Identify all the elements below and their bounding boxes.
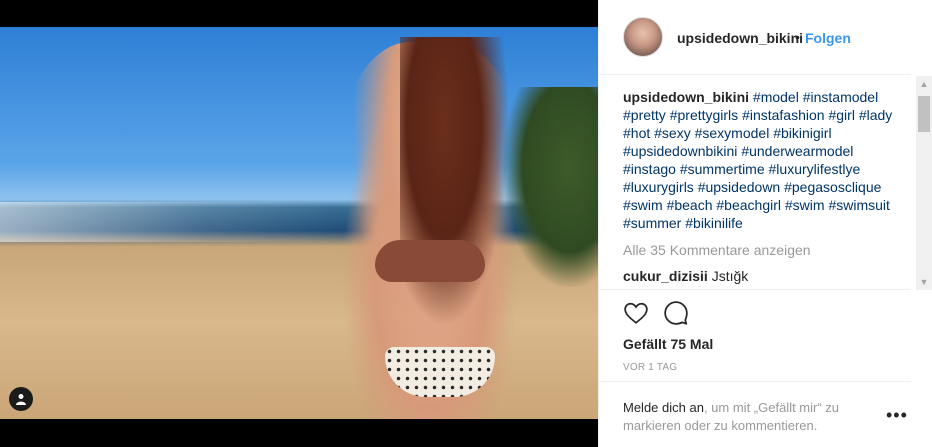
comment-item: cukur_dizisii Jstığk	[623, 268, 748, 284]
caption-username[interactable]: upsidedown_bikini	[623, 89, 749, 105]
post-photo[interactable]	[0, 27, 598, 419]
avatar[interactable]	[623, 17, 663, 57]
hashtag-link[interactable]: #hot	[623, 125, 650, 141]
comment-icon[interactable]	[663, 300, 689, 331]
hashtag-link[interactable]: #instamodel	[803, 89, 879, 105]
scroll-thumb[interactable]	[918, 96, 930, 132]
hashtag-link[interactable]: #instago	[623, 161, 676, 177]
header-username[interactable]: upsidedown_bikini	[677, 30, 803, 46]
photo-hair	[400, 37, 510, 327]
hashtag-link[interactable]: #prettygirls	[670, 107, 738, 123]
photo-surf	[0, 202, 340, 242]
hashtag-link[interactable]: #luxurygirls	[623, 179, 694, 195]
hashtag-link[interactable]: #swim	[623, 197, 663, 213]
hashtag-link[interactable]: #model	[753, 89, 799, 105]
follow-button[interactable]: Folgen	[805, 30, 851, 46]
hashtag-link[interactable]: #instafashion	[742, 107, 825, 123]
hashtag-list: #model #instamodel #pretty #prettygirls …	[623, 89, 892, 231]
caption: upsidedown_bikini #model #instamodel #pr…	[623, 88, 893, 288]
hashtag-link[interactable]: #underwearmodel	[741, 143, 853, 159]
scroll-down-arrow-icon[interactable]: ▼	[916, 274, 932, 290]
hashtag-link[interactable]: #bikinilife	[685, 215, 743, 231]
hashtag-link[interactable]: #summertime	[680, 161, 765, 177]
hashtag-link[interactable]: #sexy	[654, 125, 691, 141]
scroll-up-arrow-icon[interactable]: ▲	[916, 76, 932, 92]
divider	[599, 289, 911, 290]
hashtag-link[interactable]: #summer	[623, 215, 681, 231]
post-media	[0, 0, 598, 447]
hashtag-link[interactable]: #luxurylifestlye	[769, 161, 861, 177]
hashtag-link[interactable]: #pegasosclique	[784, 179, 881, 195]
hashtag-link[interactable]: #girl	[828, 107, 854, 123]
post-sidebar-content: upsidedown_bikini • Folgen upsidedown_bi…	[598, 0, 911, 447]
post-timestamp: VOR 1 TAG	[623, 362, 678, 373]
hashtag-link[interactable]: #beachgirl	[716, 197, 781, 213]
user-tag-icon[interactable]	[9, 387, 33, 411]
hashtag-link[interactable]: #upsidedownbikini	[623, 143, 737, 159]
comment-username[interactable]: cukur_dizisii	[623, 268, 708, 284]
hashtag-link[interactable]: #beach	[667, 197, 713, 213]
divider	[599, 381, 911, 382]
post-sidebar: upsidedown_bikini • Folgen upsidedown_bi…	[598, 0, 932, 447]
like-count[interactable]: Gefällt 75 Mal	[623, 336, 713, 352]
hashtag-link[interactable]: #sexymodel	[695, 125, 770, 141]
hashtag-link[interactable]: #upsidedown	[698, 179, 781, 195]
header-separator: •	[795, 29, 800, 45]
comments-scrollbar[interactable]: ▲ ▼	[916, 76, 932, 290]
login-link[interactable]: Melde dich an	[623, 400, 704, 415]
photo-bikini-top	[375, 240, 485, 282]
hashtag-link[interactable]: #bikinigirl	[773, 125, 831, 141]
hashtag-link[interactable]: #lady	[859, 107, 892, 123]
post-header: upsidedown_bikini • Folgen	[599, 0, 911, 75]
heart-icon[interactable]	[623, 300, 649, 331]
comment-text: Jstığk	[711, 268, 749, 284]
hashtag-link[interactable]: #pretty	[623, 107, 666, 123]
more-options-icon[interactable]: •••	[886, 406, 908, 424]
load-more-comments[interactable]: Alle 35 Kommentare anzeigen	[623, 242, 811, 258]
login-prompt: Melde dich an, um mit „Gefällt mir“ zu m…	[623, 399, 873, 435]
hashtag-link[interactable]: #swim	[785, 197, 825, 213]
hashtag-link[interactable]: #swimsuit	[828, 197, 889, 213]
